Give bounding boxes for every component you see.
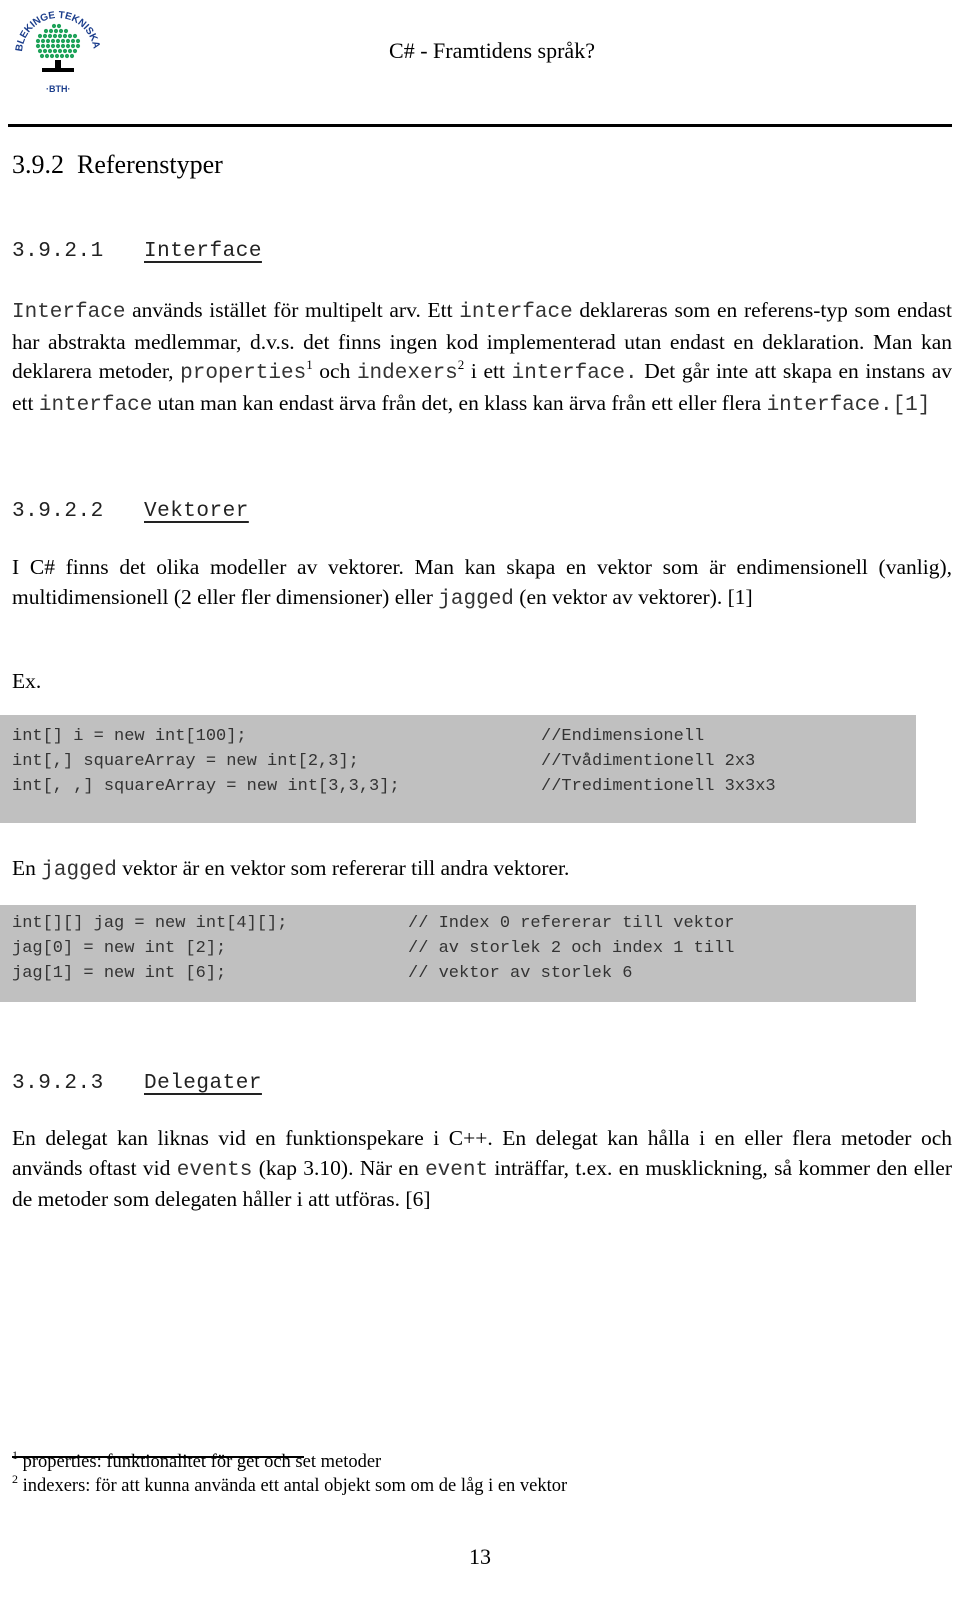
subsection-heading-interface: 3.9.2.1 Interface: [12, 240, 262, 263]
inline-code: events: [176, 1158, 253, 1182]
code-comment: // av storlek 2 och index 1 till: [408, 939, 735, 958]
inline-code: jagged: [41, 859, 117, 882]
subsection-title: Delegater: [144, 1072, 262, 1095]
subsection-number: 3.9.2.1: [12, 240, 104, 263]
example-label: Ex.: [12, 669, 42, 693]
page-number: 13: [469, 1544, 491, 1569]
code-comment: //Tredimentionell 3x3x3: [541, 777, 776, 796]
section-heading: 3.9.2 Referenstyper: [12, 150, 223, 179]
footnote-1: 1 properties: funktionalitet för get och…: [12, 1448, 382, 1472]
code-comment: // Index 0 refererar till vektor: [408, 914, 735, 933]
inline-code: Interface: [12, 301, 126, 324]
vektorer-paragraph: I C# finns det olika modeller av vektore…: [12, 553, 952, 614]
code-block-jagged: int[][] jag = new int[4][]; // Index 0 r…: [0, 905, 916, 1002]
subsection-number: 3.9.2.2: [12, 500, 104, 523]
code-line: jag[1] = new int [6];: [12, 964, 227, 983]
inline-code: jagged: [438, 587, 514, 611]
jagged-sentence: En jagged vektor är en vektor som refere…: [12, 854, 952, 886]
inline-code: interface.: [511, 362, 638, 385]
inline-code: indexers: [356, 362, 458, 385]
delegater-paragraph: En delegat kan liknas vid en funktionspe…: [12, 1124, 952, 1215]
document-header-title: C# - Framtidens språk?: [389, 38, 595, 63]
code-comment: // vektor av storlek 6: [408, 964, 633, 983]
svg-text:·BTH·: ·BTH·: [46, 84, 71, 94]
text-run: En: [12, 856, 42, 880]
subsection-title: Vektorer: [144, 500, 249, 523]
code-line: int[,] squareArray = new int[2,3];: [12, 752, 359, 771]
code-comment: //Tvådimentionell 2x3: [541, 752, 756, 771]
inline-code: interface: [459, 301, 573, 324]
text-run: i ett: [464, 359, 512, 383]
text-run: vektor är en vektor som refererar till a…: [116, 856, 570, 880]
interface-paragraph: Interface används istället för multipelt…: [12, 296, 952, 420]
footnote-2: 2 indexers: för att kunna använda ett an…: [12, 1472, 568, 1496]
inline-code: interface: [38, 393, 153, 417]
subsection-heading-delegater: 3.9.2.3 Delegater: [12, 1072, 262, 1095]
inline-code: event: [425, 1158, 489, 1182]
text-run: används istället för multipelt arv. Ett: [125, 298, 460, 322]
inline-code: properties: [180, 362, 307, 385]
text-run: och: [312, 359, 357, 383]
inline-code: interface.[1]: [766, 393, 931, 417]
code-comment: //Endimensionell: [541, 727, 705, 746]
subsection-number: 3.9.2.3: [12, 1072, 104, 1095]
code-line: int[, ,] squareArray = new int[3,3,3];: [12, 777, 400, 796]
code-line: int[] i = new int[100];: [12, 727, 247, 746]
text-run: utan man kan endast ärva från det, en kl…: [152, 390, 767, 415]
subsection-title: Interface: [144, 240, 262, 263]
subsection-heading-vektorer: 3.9.2.2 Vektorer: [12, 500, 249, 523]
header-divider: [8, 124, 952, 127]
text-run: (en vektor av vektorer). [1]: [513, 584, 753, 609]
text-run: (kap 3.10). När en: [252, 1155, 426, 1180]
code-line: jag[0] = new int [2];: [12, 939, 227, 958]
code-line: int[][] jag = new int[4][];: [12, 914, 288, 933]
code-block-multidimensional: int[] i = new int[100]; //Endimensionell…: [0, 715, 916, 823]
